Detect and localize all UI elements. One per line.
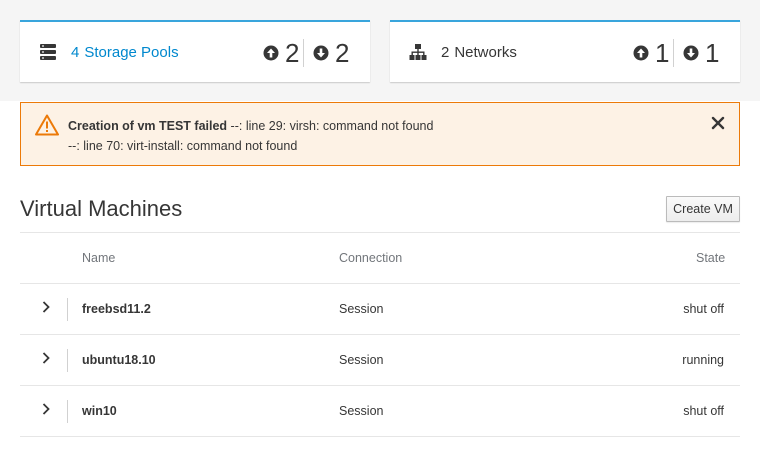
storage-pools-inactive-count: 2	[335, 38, 350, 68]
divider	[673, 39, 674, 67]
error-alert: Creation of vm TEST failed --: line 29: …	[20, 102, 740, 166]
close-icon[interactable]	[711, 116, 725, 130]
storage-pools-active-count: 2	[285, 38, 300, 68]
storage-pools-label: Storage Pools	[84, 44, 179, 61]
divider	[20, 232, 740, 233]
chevron-right-icon[interactable]	[40, 402, 52, 416]
vm-state: shut off	[683, 302, 724, 316]
storage-icon	[40, 44, 56, 60]
vm-state: shut off	[683, 404, 724, 418]
divider	[20, 436, 740, 437]
alert-title: Creation of vm TEST failed	[68, 119, 228, 133]
alert-line-1: --: line 29: virsh: command not found	[230, 119, 434, 133]
storage-pools-active: 2	[263, 36, 299, 70]
storage-pools-link[interactable]: 4 Storage Pools	[71, 44, 179, 62]
divider	[67, 349, 68, 372]
vm-name[interactable]: win10	[82, 404, 117, 418]
column-header-connection[interactable]: Connection	[339, 251, 402, 265]
networks-inactive-count: 1	[705, 38, 720, 68]
vm-connection: Session	[339, 404, 384, 418]
warning-triangle-icon	[35, 114, 59, 136]
storage-pools-card[interactable]: 4 Storage Pools 2 2	[20, 20, 370, 82]
networks-active-count: 1	[655, 38, 670, 68]
vm-connection: Session	[339, 302, 384, 316]
vm-row-freebsd[interactable]: freebsd11.2 Session shut off	[20, 284, 740, 335]
alert-line-2: --: line 70: virt-install: command not f…	[68, 139, 298, 153]
column-header-name[interactable]: Name	[82, 251, 115, 265]
column-header-state[interactable]: State	[696, 251, 725, 265]
arrow-down-circle-icon	[313, 45, 329, 61]
vm-connection: Session	[339, 353, 384, 367]
networks-active: 1	[633, 36, 669, 70]
vm-state: running	[682, 353, 724, 367]
vm-section-title: Virtual Machines	[20, 196, 183, 221]
arrow-up-circle-icon	[633, 45, 649, 61]
networks-label: Networks	[454, 44, 517, 61]
chevron-right-icon[interactable]	[40, 351, 52, 365]
storage-pools-count: 4	[71, 44, 80, 61]
networks-link[interactable]: 2 Networks	[441, 44, 517, 62]
vm-name[interactable]: ubuntu18.10	[82, 353, 156, 367]
network-icon	[409, 44, 427, 60]
alert-message: Creation of vm TEST failed --: line 29: …	[68, 116, 433, 156]
divider	[303, 39, 304, 67]
arrow-down-circle-icon	[683, 45, 699, 61]
vm-row-ubuntu[interactable]: ubuntu18.10 Session running	[20, 335, 740, 386]
vm-name[interactable]: freebsd11.2	[82, 302, 151, 316]
divider	[67, 400, 68, 423]
networks-inactive: 1	[683, 36, 719, 70]
networks-card[interactable]: 2 Networks 1 1	[390, 20, 740, 82]
storage-pools-inactive: 2	[313, 36, 349, 70]
arrow-up-circle-icon	[263, 45, 279, 61]
divider	[67, 298, 68, 321]
chevron-right-icon[interactable]	[40, 300, 52, 314]
vm-row-win10[interactable]: win10 Session shut off	[20, 386, 740, 437]
create-vm-button[interactable]: Create VM	[666, 196, 740, 222]
networks-count: 2	[441, 44, 450, 61]
